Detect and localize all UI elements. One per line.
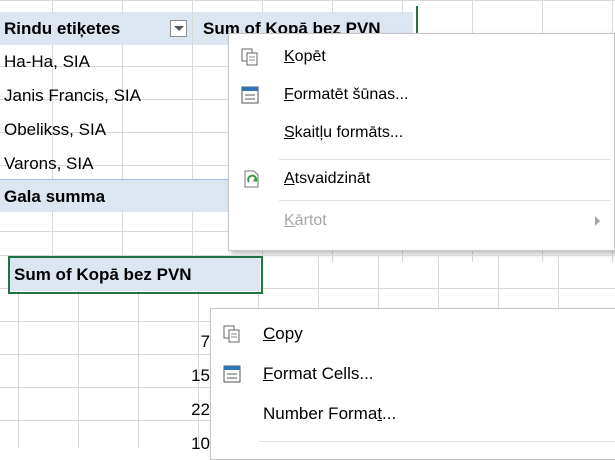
format-cells-icon: [241, 86, 259, 104]
menu-item-format-cells[interactable]: Format Cells...: [211, 357, 615, 391]
copy-icon: [223, 325, 240, 343]
pivot-row-item[interactable]: Obelikss, SIA: [4, 113, 192, 146]
pivot-row-item[interactable]: Ha-Ha, SIA: [4, 45, 192, 78]
menu-item-number-format[interactable]: Number Format...: [211, 397, 615, 431]
top-sheet: Rindu etiķetes Sum of Kopā bez PVN Ha-Ha…: [0, 0, 615, 270]
menu-item-refresh[interactable]: Atsvaidzināt: [229, 162, 614, 196]
pivot-value-cell[interactable]: 15: [150, 359, 210, 392]
row-labels-text: Rindu etiķetes: [4, 19, 121, 38]
pivot-row-item[interactable]: Janis Francis, SIA: [4, 79, 192, 112]
menu-separator: [279, 200, 610, 201]
bottom-sheet: Sum of Kopā bez PVN 7 15 22 10 Copy Form…: [0, 255, 615, 460]
menu-item-sort[interactable]: Kārtot: [229, 204, 614, 238]
filter-dropdown-icon[interactable]: [170, 20, 187, 37]
menu-item-copy[interactable]: Copy: [211, 317, 615, 351]
menu-separator: [259, 441, 615, 442]
pivot-row-item[interactable]: Varons, SIA: [4, 147, 192, 180]
pivot-value-cell[interactable]: 7: [150, 325, 210, 358]
format-cells-icon: [223, 365, 241, 383]
menu-item-number-format[interactable]: Skaitļu formāts...: [229, 116, 614, 150]
top-context-menu: Kopēt Formatēt šūnas... Skaitļu formāts.…: [228, 33, 615, 251]
bottom-active-cell-border: [8, 256, 263, 294]
pivot-value-cell[interactable]: 22: [150, 393, 210, 426]
pivot-value-cell[interactable]: 10: [150, 427, 210, 460]
pivot-row-labels-header[interactable]: Rindu etiķetes: [0, 12, 192, 45]
menu-item-copy[interactable]: Kopēt: [229, 40, 614, 74]
bottom-context-menu: Copy Format Cells... Number Format...: [210, 308, 615, 460]
pivot-grand-total-row[interactable]: Gala summa: [0, 179, 232, 212]
menu-separator: [279, 159, 610, 160]
refresh-icon: [244, 170, 259, 188]
menu-item-format-cells[interactable]: Formatēt šūnas...: [229, 78, 614, 112]
submenu-arrow-icon: [595, 216, 600, 226]
grand-total-label: Gala summa: [4, 187, 106, 206]
copy-icon: [241, 48, 258, 66]
